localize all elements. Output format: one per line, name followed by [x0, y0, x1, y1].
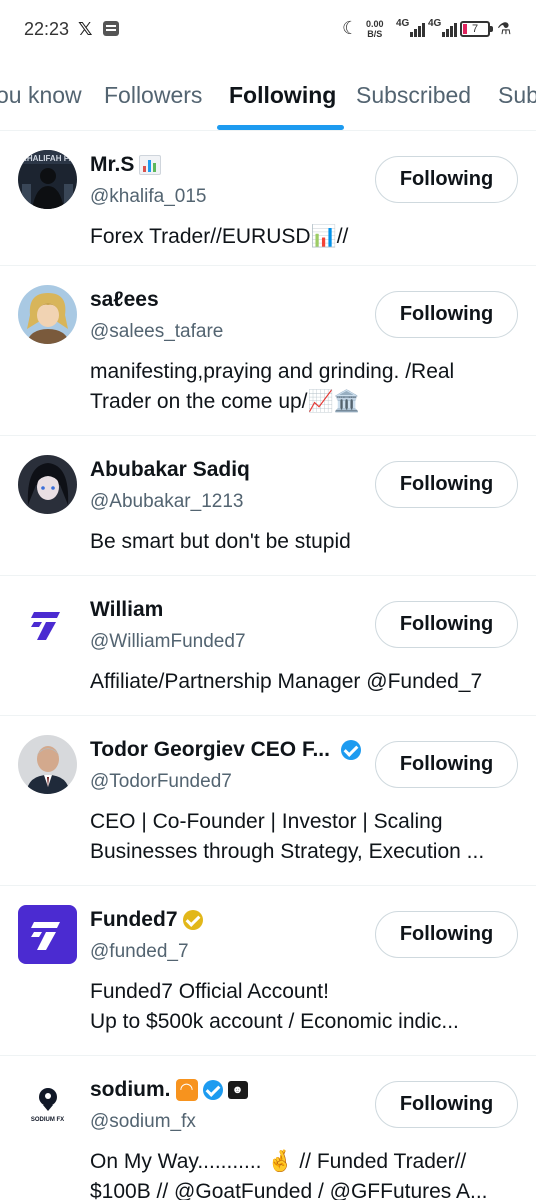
- avatar[interactable]: [18, 455, 77, 514]
- tab-subscribed[interactable]: Subscribed: [356, 82, 471, 109]
- signal-icon: [410, 22, 425, 37]
- name-line: Funded7: [90, 908, 203, 932]
- avatar[interactable]: KHALIFAH FX: [18, 150, 77, 209]
- name-line: sodium. ◠ ☻: [90, 1078, 248, 1102]
- avatar[interactable]: [18, 735, 77, 794]
- avatar[interactable]: SODIUM FX: [18, 1075, 77, 1134]
- name-line: Mr.S: [90, 153, 162, 177]
- network-speed: 0.00 B/S: [366, 19, 384, 39]
- chart-emoji-icon: [139, 155, 162, 175]
- list-item[interactable]: William @WilliamFunded7 Following Affili…: [0, 576, 536, 716]
- list-item[interactable]: saℓees @salees_tafare Following manifest…: [0, 266, 536, 436]
- display-name[interactable]: Abubakar Sadiq: [90, 458, 250, 482]
- avatar[interactable]: [18, 285, 77, 344]
- bio: Affiliate/Partnership Manager @Funded_7: [90, 670, 483, 693]
- signal-icon: [442, 22, 457, 37]
- tab-you-know[interactable]: ou know: [0, 82, 82, 109]
- display-name[interactable]: sodium.: [90, 1078, 171, 1102]
- x-logo-icon: 𝕏: [78, 19, 93, 39]
- bio: Be smart but don't be stupid: [90, 530, 351, 553]
- avatar-text: KHALIFAH FX: [21, 154, 75, 163]
- display-name[interactable]: saℓees: [90, 288, 159, 312]
- username[interactable]: @funded_7: [90, 941, 189, 963]
- bio: Funded7 Official Account! Up to $500k ac…: [90, 980, 459, 1033]
- list-item[interactable]: Funded7 @funded_7 Following Funded7 Offi…: [0, 886, 536, 1056]
- network-type-2: 4G: [428, 18, 442, 29]
- avatar[interactable]: [18, 595, 77, 654]
- verified-badge-icon: [202, 1080, 223, 1100]
- wireless-emoji-icon: ◠: [175, 1079, 198, 1101]
- list-item[interactable]: Todor Georgiev CEO F... @TodorFunded7 Fo…: [0, 716, 536, 886]
- name-line: saℓees: [90, 288, 159, 312]
- flask-icon: ⚗: [497, 21, 512, 38]
- bio: CEO | Co-Founder | Investor | Scaling Bu…: [90, 810, 485, 863]
- bio: On My Way........... 🤞 // Funded Trader/…: [90, 1150, 488, 1200]
- status-time: 22:23: [24, 19, 70, 39]
- following-button[interactable]: Following: [375, 911, 518, 958]
- bio: Forex Trader//EURUSD📊//: [90, 225, 349, 248]
- active-tab-indicator: [217, 125, 344, 130]
- display-name[interactable]: William: [90, 598, 163, 622]
- list-item[interactable]: SODIUM FX sodium. ◠ ☻ @sodium_fx Followi…: [0, 1056, 536, 1200]
- notification-icon: [103, 21, 119, 36]
- username[interactable]: @khalifa_015: [90, 186, 206, 208]
- username[interactable]: @WilliamFunded7: [90, 631, 246, 653]
- tab-sub[interactable]: Sub: [498, 82, 536, 109]
- status-bar: 22:23 𝕏 ☾ 0.00 B/S 4G 4G 7 ⚗: [0, 0, 536, 60]
- username[interactable]: @sodium_fx: [90, 1111, 196, 1133]
- moon-icon: ☾: [342, 18, 359, 38]
- following-button[interactable]: Following: [375, 461, 518, 508]
- tab-bar: ou know Followers Following Subscribed S…: [0, 60, 536, 131]
- display-name[interactable]: Funded7: [90, 908, 178, 932]
- username[interactable]: @salees_tafare: [90, 321, 223, 343]
- tab-followers[interactable]: Followers: [104, 82, 202, 109]
- list-item[interactable]: Abubakar Sadiq @Abubakar_1213 Following …: [0, 436, 536, 576]
- tab-following[interactable]: Following: [229, 82, 336, 109]
- avatar[interactable]: [18, 905, 77, 964]
- name-line: Todor Georgiev CEO F...: [90, 738, 361, 762]
- following-button[interactable]: Following: [375, 291, 518, 338]
- username[interactable]: @TodorFunded7: [90, 771, 232, 793]
- avatar-text: SODIUM FX: [31, 1117, 64, 1123]
- name-line: William: [90, 598, 163, 622]
- following-button[interactable]: Following: [375, 601, 518, 648]
- affiliate-badge-icon: ☻: [227, 1081, 248, 1099]
- following-button[interactable]: Following: [375, 741, 518, 788]
- list-item[interactable]: KHALIFAH FX Mr.S @khalifa_015 Following …: [0, 131, 536, 266]
- verified-badge-icon: [340, 740, 361, 760]
- following-button[interactable]: Following: [375, 156, 518, 203]
- network-type-1: 4G: [396, 18, 410, 29]
- name-line: Abubakar Sadiq: [90, 458, 250, 482]
- following-list: KHALIFAH FX Mr.S @khalifa_015 Following …: [0, 131, 536, 1200]
- verified-gold-badge-icon: [182, 910, 203, 930]
- display-name[interactable]: Todor Georgiev CEO F...: [90, 738, 330, 762]
- bio: manifesting,praying and grinding. /Real …: [90, 360, 455, 413]
- display-name[interactable]: Mr.S: [90, 153, 134, 177]
- following-button[interactable]: Following: [375, 1081, 518, 1128]
- battery-icon: 7: [460, 21, 493, 37]
- username[interactable]: @Abubakar_1213: [90, 491, 243, 513]
